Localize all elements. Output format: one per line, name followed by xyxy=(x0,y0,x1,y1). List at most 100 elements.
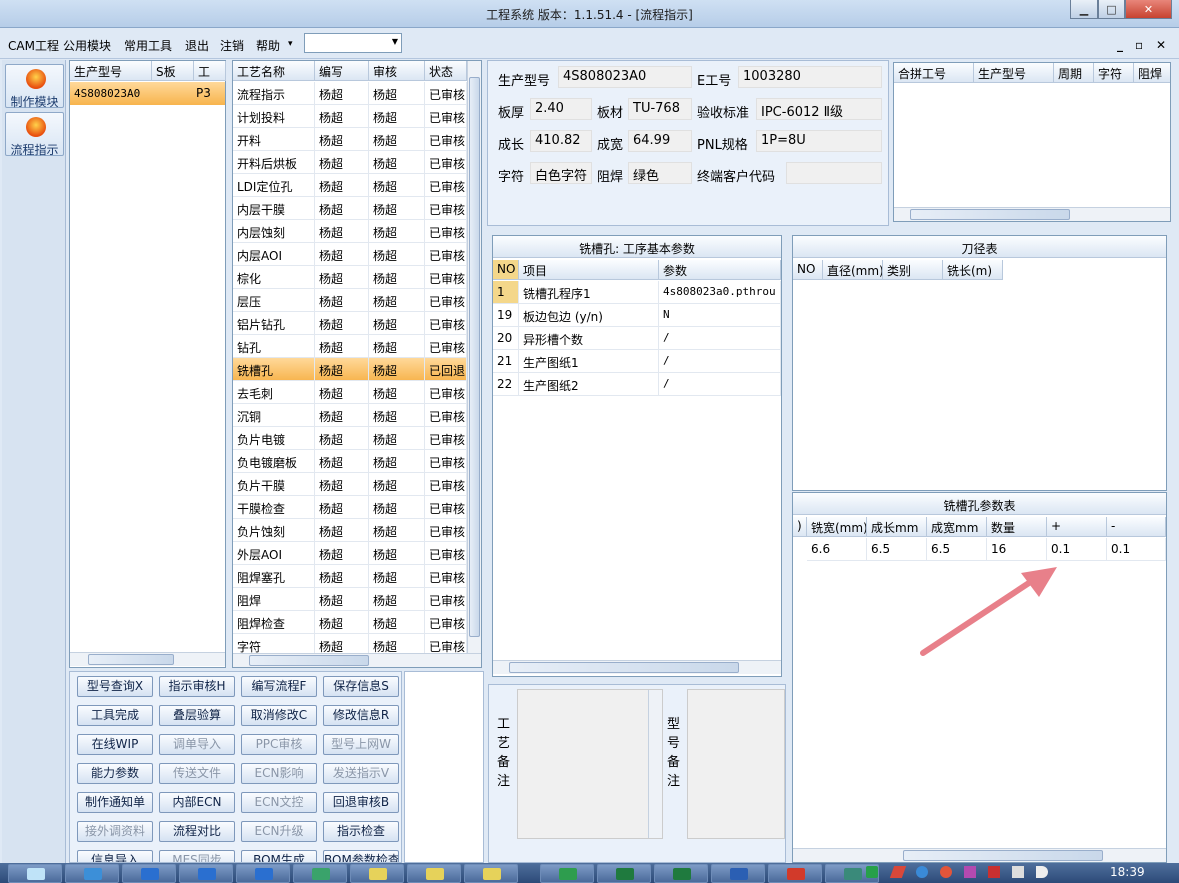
action-button-1[interactable]: 型号查询X xyxy=(77,676,153,697)
action-button-8[interactable]: 修改信息R xyxy=(323,705,399,726)
sidebar-item-flow[interactable]: 流程指示 xyxy=(5,112,64,157)
taskbar-app-icon[interactable] xyxy=(293,864,347,883)
action-button-7[interactable]: 取消修改C xyxy=(241,705,317,726)
menu-overflow-icon[interactable]: ▾ xyxy=(288,39,293,49)
thickness-field[interactable]: 2.40 xyxy=(530,98,592,120)
column-header[interactable]: 生产型号 xyxy=(70,61,152,81)
table-row[interactable]: 负片干膜 杨超 杨超 已审核 xyxy=(233,473,467,496)
action-button-13[interactable]: 能力参数 xyxy=(77,763,153,784)
table-row[interactable]: 流程指示 杨超 杨超 已审核 xyxy=(233,82,467,105)
table-row[interactable]: LDI定位孔 杨超 杨超 已审核 xyxy=(233,174,467,197)
scrollbar-thumb[interactable] xyxy=(469,77,480,637)
column-header[interactable]: 成宽mm xyxy=(927,517,987,537)
table-cell[interactable]: 21 xyxy=(493,350,519,373)
mdi-restore-icon[interactable]: ▫ xyxy=(1135,38,1143,52)
table-cell[interactable]: 1 xyxy=(493,281,519,304)
table-cell[interactable]: 22 xyxy=(493,373,519,396)
action-button-24[interactable]: 指示检查 xyxy=(323,821,399,842)
action-button-11[interactable]: PPC审核 xyxy=(241,734,317,755)
maximize-button[interactable]: □ xyxy=(1098,0,1125,19)
param-value[interactable]: / xyxy=(659,373,781,396)
scrollbar-thumb[interactable] xyxy=(249,655,369,666)
column-header[interactable]: 阻焊 xyxy=(1134,63,1170,83)
action-button-5[interactable]: 工具完成 xyxy=(77,705,153,726)
scrollbar-thumb[interactable] xyxy=(903,850,1103,861)
table-row[interactable]: 棕化 杨超 杨超 已审核 xyxy=(233,266,467,289)
table-cell[interactable]: 板边包边 (y/n) xyxy=(519,304,659,327)
action-button-2[interactable]: 指示审核H xyxy=(159,676,235,697)
menu-help[interactable]: 帮助 xyxy=(256,37,280,54)
taskbar-app-icon[interactable] xyxy=(540,864,594,883)
material-field[interactable]: TU-768 xyxy=(628,98,692,120)
action-button-3[interactable]: 编写流程F xyxy=(241,676,317,697)
vertical-scrollbar[interactable] xyxy=(648,690,662,838)
column-header[interactable]: 生产型号 xyxy=(974,63,1054,83)
action-button-14[interactable]: 传送文件 xyxy=(159,763,235,784)
action-button-25[interactable]: 信息导入 xyxy=(77,850,153,862)
mask-field[interactable]: 绿色 xyxy=(628,162,692,184)
table-row[interactable]: 干膜检查 杨超 杨超 已审核 xyxy=(233,496,467,519)
column-header[interactable]: 审核 xyxy=(369,61,425,81)
table-row[interactable]: 外层AOI 杨超 杨超 已审核 xyxy=(233,542,467,565)
model-field[interactable]: 4S808023A0 xyxy=(558,66,692,88)
scrollbar-thumb[interactable] xyxy=(88,654,174,665)
table-row[interactable]: 开料 杨超 杨超 已审核 xyxy=(233,128,467,151)
table-row[interactable]: 内层AOI 杨超 杨超 已审核 xyxy=(233,243,467,266)
action-button-6[interactable]: 叠层验算 xyxy=(159,705,235,726)
table-row[interactable]: 钻孔 杨超 杨超 已审核 xyxy=(233,335,467,358)
pnl-field[interactable]: 1P=8U xyxy=(756,130,882,152)
table-row[interactable]: 阻焊 杨超 杨超 已审核 xyxy=(233,588,467,611)
taskbar-app-icon[interactable] xyxy=(350,864,404,883)
column-header[interactable]: 编写 xyxy=(315,61,369,81)
column-header[interactable]: 数量 xyxy=(987,517,1047,537)
table-row[interactable]: 沉铜 杨超 杨超 已审核 xyxy=(233,404,467,427)
horizontal-scrollbar[interactable] xyxy=(793,848,1166,862)
taskbar-app-icon[interactable] xyxy=(464,864,518,883)
scrollbar-thumb[interactable] xyxy=(509,662,739,673)
menu-exit[interactable]: 退出 xyxy=(185,37,209,54)
model-note-textarea[interactable] xyxy=(687,689,785,839)
table-row[interactable]: 开料后烘板 杨超 杨超 已审核 xyxy=(233,151,467,174)
slot-plus-tolerance[interactable]: 0.1 xyxy=(1047,538,1107,561)
action-button-28[interactable]: BOM参数检查 xyxy=(323,850,399,862)
slot-minus-tolerance[interactable]: 0.1 xyxy=(1107,538,1166,561)
action-button-4[interactable]: 保存信息S xyxy=(323,676,399,697)
menu-common[interactable]: 公用模块 xyxy=(63,37,111,54)
table-row[interactable]: 铣槽孔 杨超 杨超 已回退 xyxy=(233,358,467,381)
action-button-27[interactable]: BOM生成 xyxy=(241,850,317,862)
param-value[interactable]: / xyxy=(659,350,781,373)
taskbar-excel-icon[interactable] xyxy=(597,864,651,883)
close-button[interactable]: ✕ xyxy=(1125,0,1172,19)
action-button-16[interactable]: 发送指示V xyxy=(323,763,399,784)
action-button-9[interactable]: 在线WIP xyxy=(77,734,153,755)
action-button-22[interactable]: 流程对比 xyxy=(159,821,235,842)
table-cell[interactable]: 异形槽个数 xyxy=(519,327,659,350)
action-button-23[interactable]: ECN升级 xyxy=(241,821,317,842)
column-header[interactable]: NO xyxy=(493,260,519,280)
slot-quantity[interactable]: 16 xyxy=(987,538,1047,561)
table-cell[interactable]: 铣槽孔程序1 xyxy=(519,281,659,304)
toolbar-combobox[interactable]: ▼ xyxy=(304,33,402,53)
process-note-textarea[interactable] xyxy=(517,689,663,839)
column-header[interactable]: 工艺名称 xyxy=(233,61,315,81)
table-row[interactable]: 4S808023A0 P3 xyxy=(70,82,225,105)
eid-field[interactable]: 1003280 xyxy=(738,66,882,88)
taskbar-app-icon[interactable] xyxy=(236,864,290,883)
table-row[interactable]: 去毛刺 杨超 杨超 已审核 xyxy=(233,381,467,404)
table-cell[interactable]: 生产图纸1 xyxy=(519,350,659,373)
column-header[interactable]: 类别 xyxy=(883,260,943,280)
column-header[interactable]: 字符 xyxy=(1094,63,1134,83)
action-button-19[interactable]: ECN文控 xyxy=(241,792,317,813)
column-header[interactable]: 直径(mm) xyxy=(823,260,883,280)
menu-tools[interactable]: 常用工具 xyxy=(124,37,172,54)
column-header[interactable]: 合拼工号 xyxy=(894,63,974,83)
menu-cam[interactable]: CAM工程 xyxy=(8,37,59,54)
horizontal-scrollbar[interactable] xyxy=(894,207,1170,221)
table-row[interactable]: 阻焊检查 杨超 杨超 已审核 xyxy=(233,611,467,634)
table-row[interactable]: 计划投料 杨超 杨超 已审核 xyxy=(233,105,467,128)
horizontal-scrollbar[interactable] xyxy=(70,652,225,666)
table-row[interactable]: 负片电镀 杨超 杨超 已审核 xyxy=(233,427,467,450)
action-button-15[interactable]: ECN影响 xyxy=(241,763,317,784)
mdi-minimize-icon[interactable]: _ xyxy=(1117,38,1123,52)
taskbar-pdf-icon[interactable] xyxy=(768,864,822,883)
